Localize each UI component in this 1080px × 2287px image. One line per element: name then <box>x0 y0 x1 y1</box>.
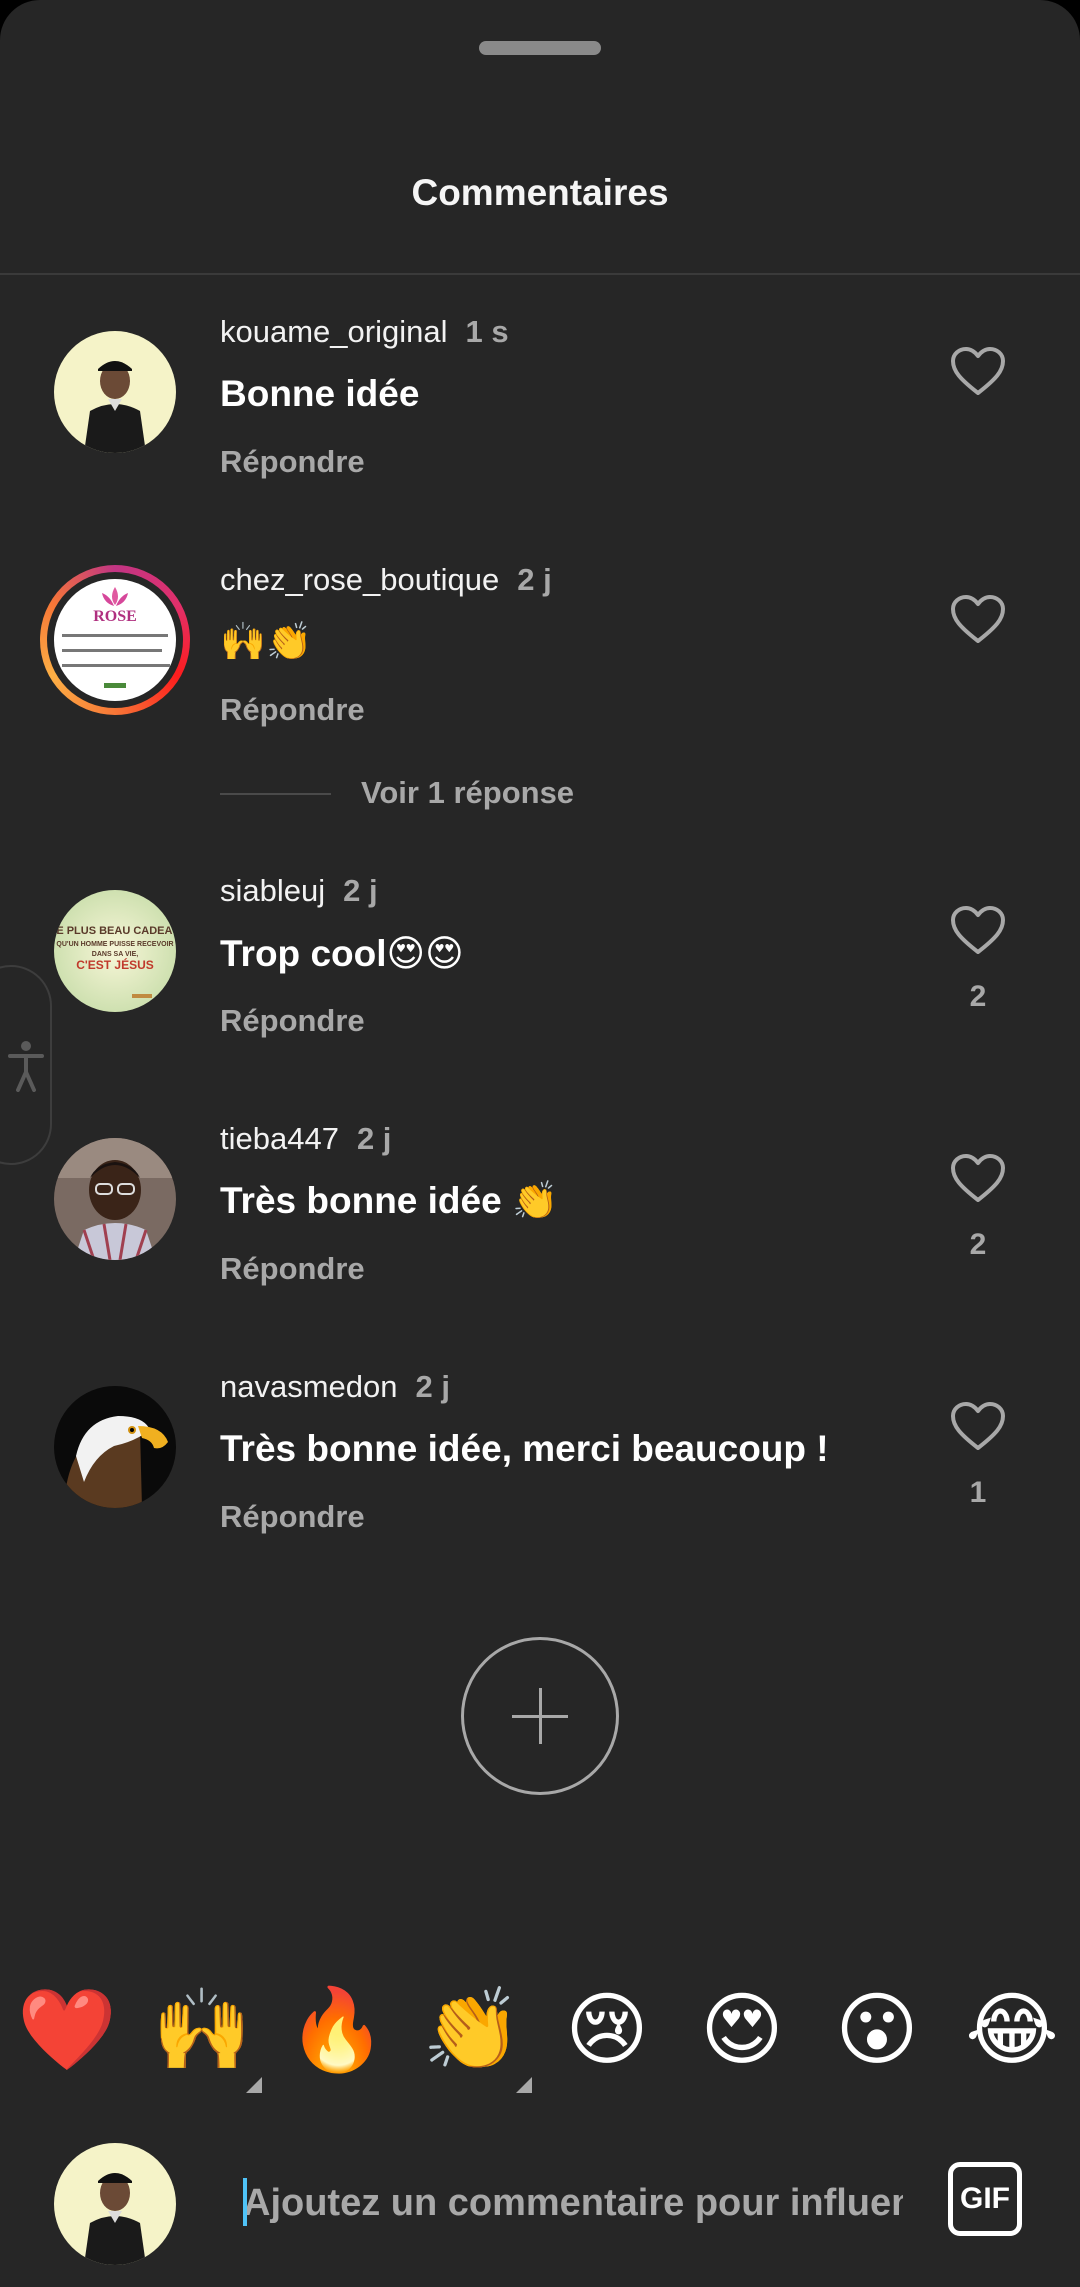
current-user-avatar <box>54 2143 176 2265</box>
comment-meta: chez_rose_boutique 2 j <box>220 562 552 598</box>
reaction-laughing[interactable]: 😂 <box>952 1975 1072 2085</box>
reply-button[interactable]: Répondre <box>220 692 365 728</box>
comment-meta: siableuj 2 j <box>220 873 378 909</box>
load-more-button[interactable] <box>461 1637 619 1795</box>
page-title: Commentaires <box>411 172 669 213</box>
avatar-text: C'EST JÉSUS <box>76 957 154 972</box>
quick-reactions-bar: ❤️ 🙌 🔥 👏 😢 😍 😮 😂 <box>0 1975 1080 2095</box>
avatar[interactable]: LE PLUS BEAU CADEAU QU'UN HOMME PUISSE R… <box>54 890 176 1012</box>
story-ring-avatar[interactable]: ROSE <box>40 565 190 715</box>
comment-item: navasmedon 2 j Très bonne idée, merci bea… <box>0 1369 1080 1586</box>
header-divider <box>0 273 1080 275</box>
avatar-text: DANS SA VIE, <box>92 951 138 958</box>
reaction-heart-eyes[interactable]: 😍 <box>682 1975 802 2085</box>
avatar-text: LE PLUS BEAU CADEAU <box>54 925 176 937</box>
avatar-brand-text: ROSE <box>93 608 137 625</box>
comment-meta: kouame_original 1 s <box>220 314 509 350</box>
timestamp: 2 j <box>517 562 552 597</box>
reaction-raising-hands[interactable]: 🙌 <box>142 1975 262 2093</box>
reaction-crying[interactable]: 😢 <box>547 1975 667 2085</box>
reply-button[interactable]: Répondre <box>220 444 365 480</box>
avatar[interactable] <box>54 1386 176 1508</box>
text-cursor <box>243 2178 247 2226</box>
username[interactable]: tieba447 <box>220 1121 339 1156</box>
username[interactable]: siableuj <box>220 873 325 908</box>
comment-text: Très bonne idée, merci beaucoup ! <box>220 1428 829 1469</box>
reply-button[interactable]: Répondre <box>220 1251 365 1287</box>
comment-input[interactable]: Ajoutez un commentaire pour influenc <box>243 2178 903 2228</box>
reaction-surprised[interactable]: 😮 <box>817 1975 937 2085</box>
drag-handle[interactable] <box>479 41 601 55</box>
timestamp: 1 s <box>465 314 509 349</box>
reaction-emoji: 👏 <box>422 1985 522 2074</box>
accessibility-icon <box>8 1041 44 1092</box>
skin-tone-indicator <box>516 2077 532 2093</box>
timestamp: 2 j <box>356 1121 392 1156</box>
comment-item: kouame_original 1 s Bonne idée Répondre <box>0 314 1080 531</box>
heart-icon[interactable] <box>950 1401 1006 1451</box>
comment-text: Très bonne idée 👏 <box>220 1180 559 1221</box>
username[interactable]: navasmedon <box>220 1369 398 1404</box>
reaction-emoji: 🙌 <box>152 1985 252 2074</box>
reply-button[interactable]: Répondre <box>220 1003 365 1039</box>
comments-sheet: Commentaires kouame_original 1 s Bonne id… <box>0 0 1080 2287</box>
skin-tone-indicator <box>246 2077 262 2093</box>
reaction-clap[interactable]: 👏 <box>412 1975 532 2093</box>
like-count: 2 <box>969 980 987 1013</box>
comment-composer: Ajoutez un commentaire pour influenc GIF <box>0 2140 1080 2287</box>
reply-button[interactable]: Répondre <box>220 1499 365 1535</box>
username[interactable]: kouame_original <box>220 314 447 349</box>
view-replies-label: Voir 1 réponse <box>361 775 575 810</box>
reaction-fire[interactable]: 🔥 <box>277 1975 397 2085</box>
gif-button[interactable]: GIF <box>948 2162 1022 2236</box>
replies-line <box>220 793 331 795</box>
avatar[interactable] <box>54 331 176 453</box>
timestamp: 2 j <box>343 873 378 908</box>
accessibility-button[interactable] <box>0 965 52 1165</box>
reaction-heart[interactable]: ❤️ <box>7 1975 127 2085</box>
comment-text: Bonne idée <box>220 373 420 414</box>
avatar-text: QU'UN HOMME PUISSE RECEVOIR <box>56 941 173 948</box>
comment-meta: navasmedon 2 j <box>220 1369 450 1405</box>
comment-item: ROSE chez_rose_boutique 2 j 🙌👏 Répondre <box>0 562 1080 779</box>
heart-icon[interactable] <box>950 1153 1006 1203</box>
like-count: 1 <box>969 1476 987 1509</box>
heart-icon[interactable] <box>950 594 1006 644</box>
avatar[interactable] <box>54 1138 176 1260</box>
comment-item: tieba447 2 j Très bonne idée 👏 Répondre 2 <box>0 1121 1080 1338</box>
comment-item: LE PLUS BEAU CADEAU QU'UN HOMME PUISSE R… <box>0 873 1080 1090</box>
comment-meta: tieba447 2 j <box>220 1121 391 1157</box>
username[interactable]: chez_rose_boutique <box>220 562 499 597</box>
timestamp: 2 j <box>415 1369 450 1404</box>
like-count: 2 <box>969 1228 987 1261</box>
comment-text: Trop cool😍😍 <box>220 933 464 974</box>
heart-icon[interactable] <box>950 346 1006 396</box>
heart-icon[interactable] <box>950 905 1006 955</box>
comment-text: 🙌👏 <box>220 621 313 662</box>
